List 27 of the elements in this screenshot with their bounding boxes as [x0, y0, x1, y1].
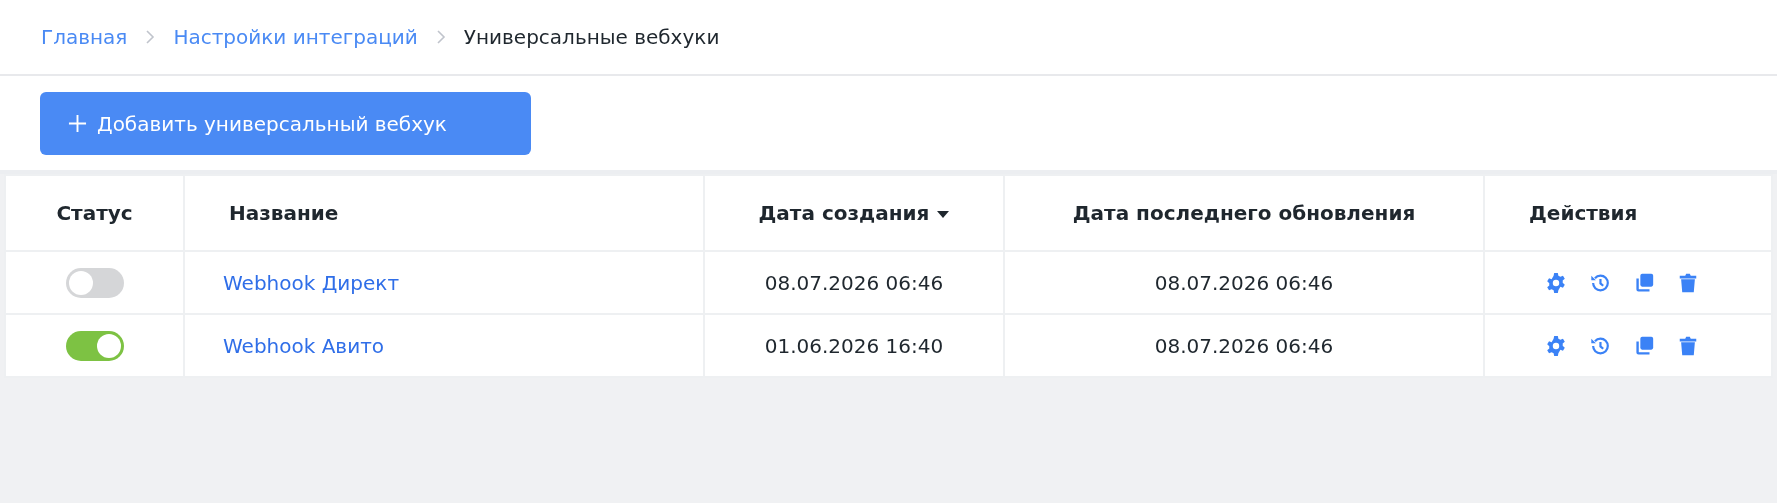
toggle-switch[interactable] [65, 267, 124, 298]
column-header: Статус [5, 175, 184, 251]
column-header: Дата создания [704, 175, 1004, 251]
column-header: Название [184, 175, 704, 251]
copy-icon[interactable] [1633, 334, 1655, 357]
trash-icon[interactable] [1677, 271, 1699, 294]
breadcrumb-link[interactable]: Главная [41, 25, 128, 49]
add-webhook-button[interactable]: Добавить универсальный вебхук [40, 92, 531, 155]
breadcrumb-link[interactable]: Настройки интеграций [173, 25, 418, 49]
toggle-switch[interactable] [65, 330, 124, 361]
table-cell: 08.07.2026 06:46 [1004, 314, 1484, 377]
settings-icon[interactable] [1545, 334, 1567, 357]
webhook-name-link[interactable]: Webhook Директ [223, 270, 400, 295]
table-cell: 08.07.2026 06:46 [704, 251, 1004, 314]
webhook-name-link[interactable]: Webhook Авито [223, 333, 385, 358]
sort-caret-icon [937, 210, 950, 219]
column-header: Дата последнего обновления [1004, 175, 1484, 251]
table-cell: 08.07.2026 06:46 [1004, 251, 1484, 314]
column-header: Действия [1484, 175, 1772, 251]
trash-icon[interactable] [1677, 334, 1699, 357]
plus-icon [68, 114, 87, 133]
chevron-right-icon [145, 29, 156, 45]
table-cell: 01.06.2026 16:40 [704, 314, 1004, 377]
chevron-right-icon [435, 29, 446, 45]
breadcrumb-current: Универсальные вебхуки [463, 25, 720, 49]
settings-icon[interactable] [1545, 271, 1567, 294]
copy-icon[interactable] [1633, 271, 1655, 294]
